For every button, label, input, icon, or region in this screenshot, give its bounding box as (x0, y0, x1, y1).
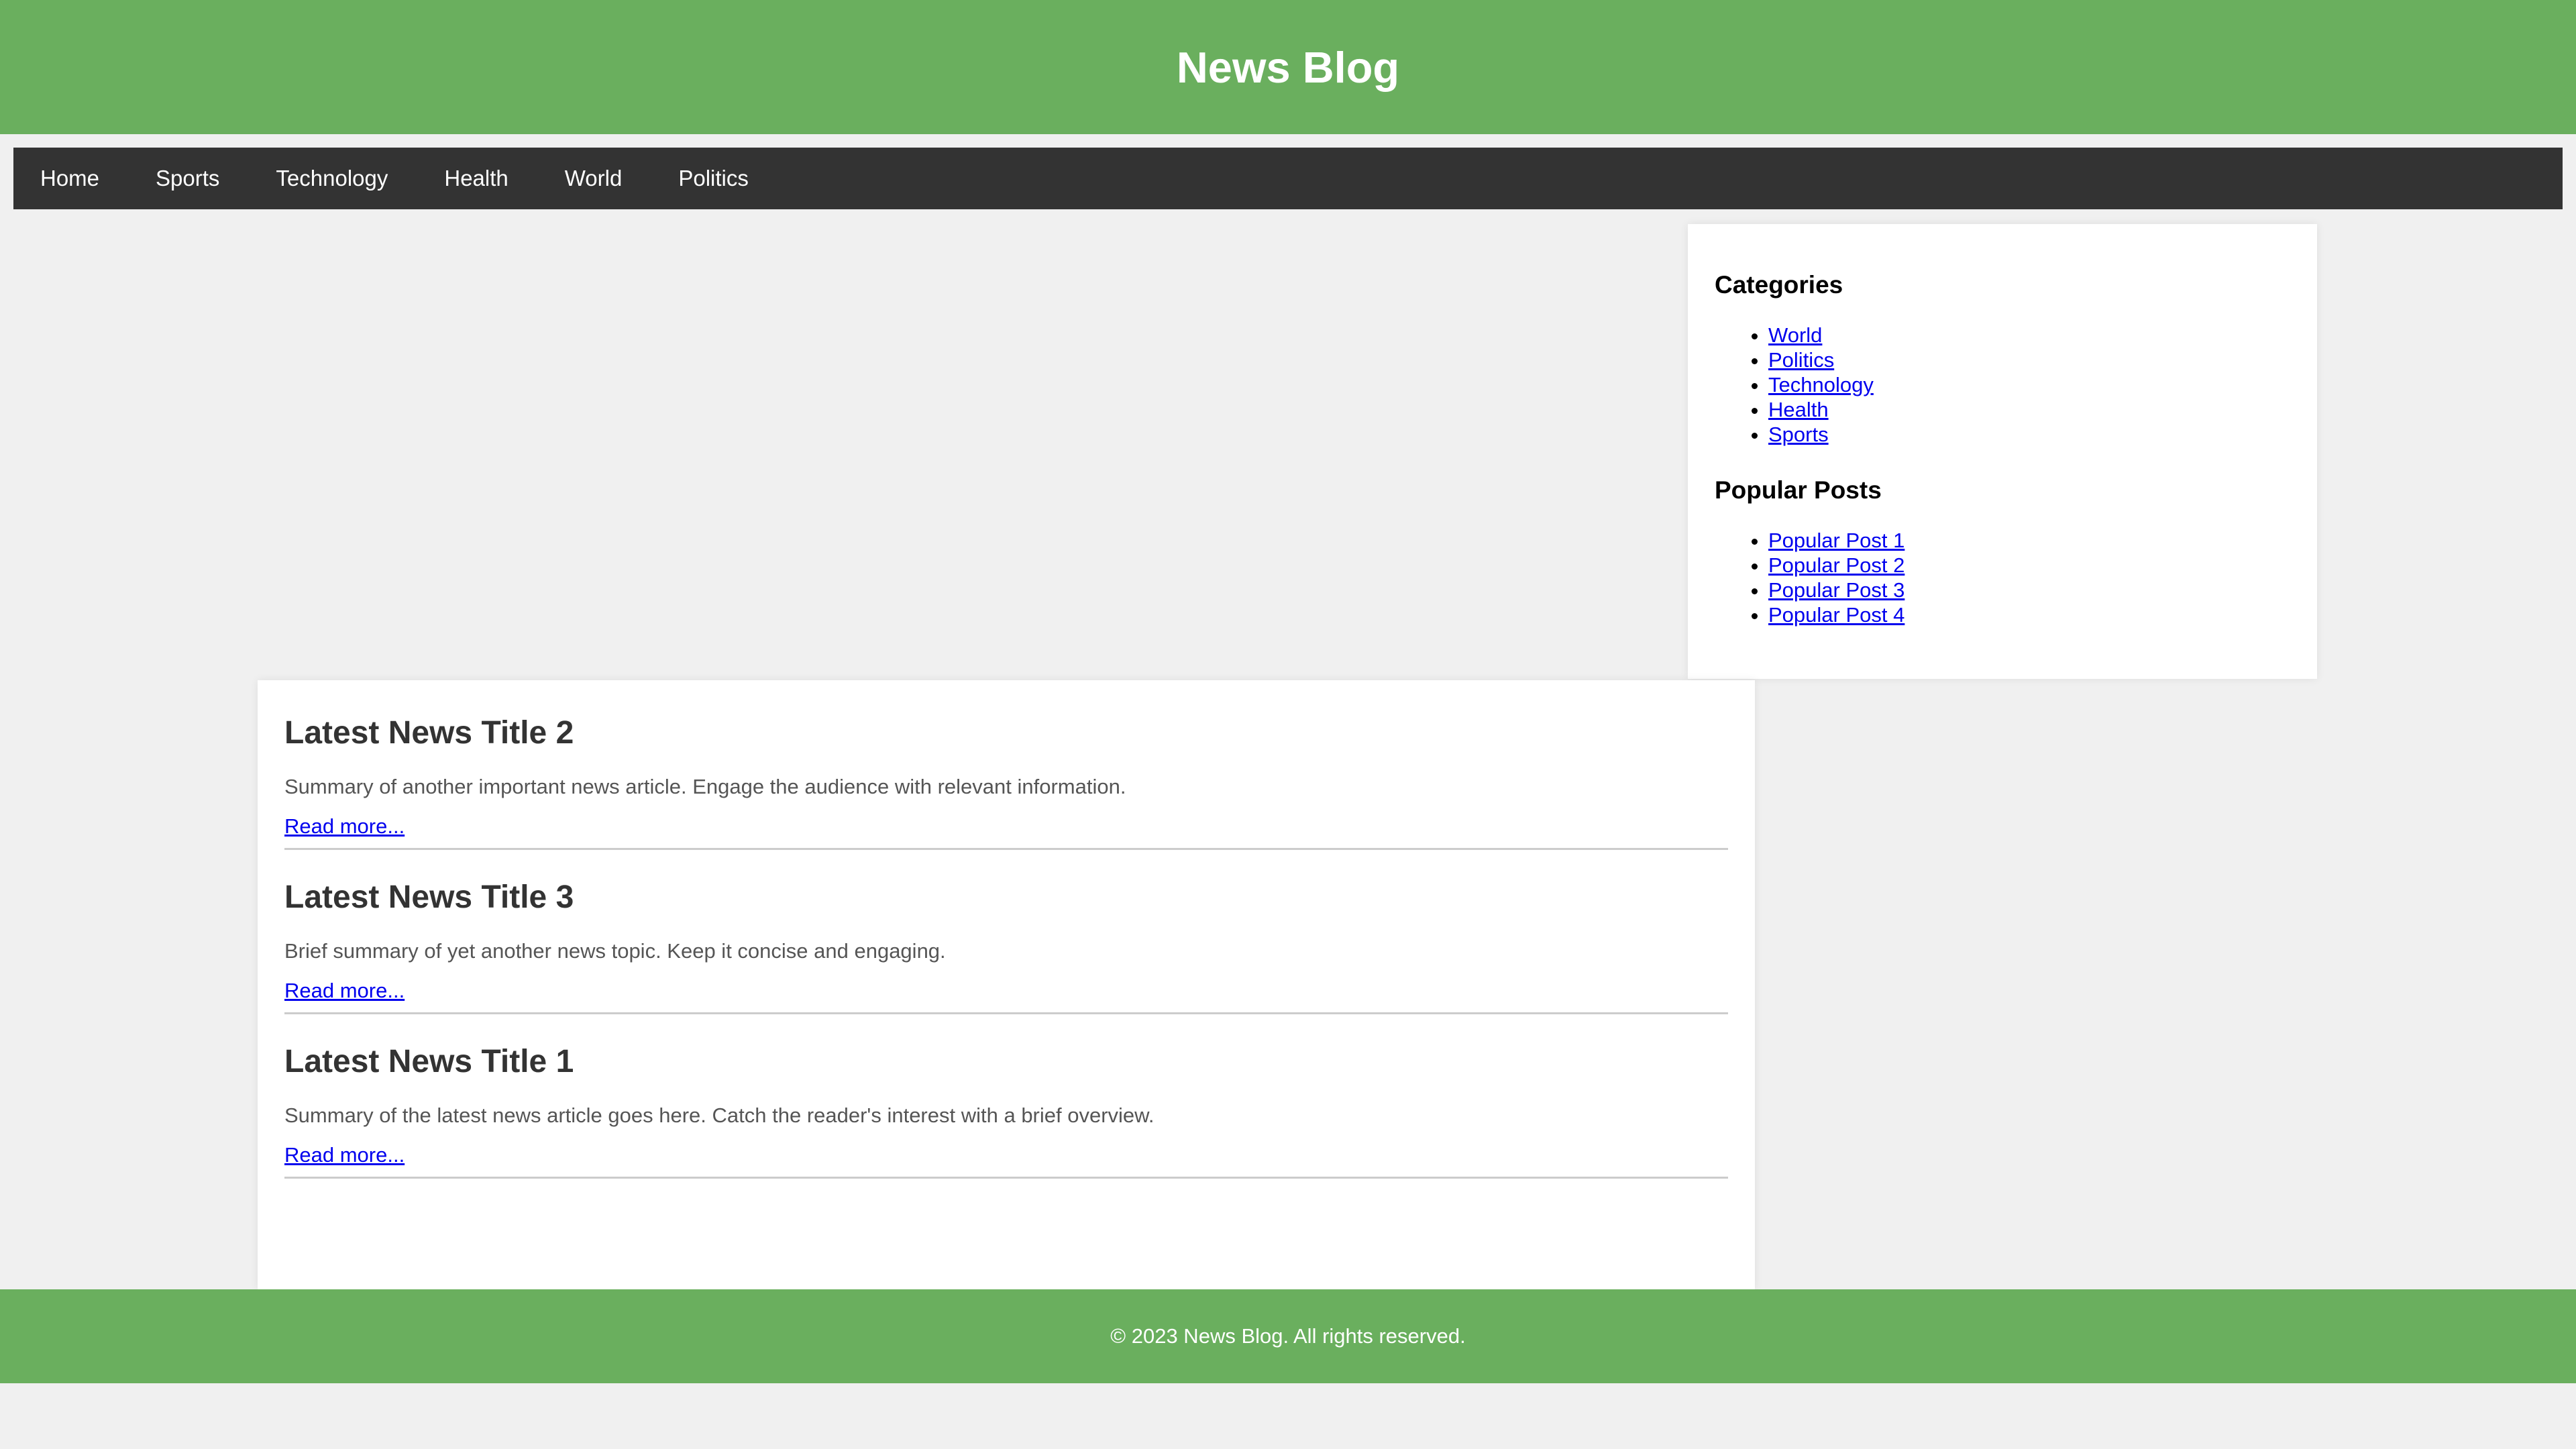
nav-item-home[interactable]: Home (13, 148, 129, 209)
list-item: Health (1768, 397, 2290, 422)
popular-posts-heading: Popular Posts (1715, 476, 1882, 504)
read-more-link[interactable]: Read more... (284, 1142, 405, 1167)
list-item: Technology (1768, 372, 2290, 397)
category-link-world[interactable]: World (1768, 323, 1822, 347)
main-nav: Home Sports Technology Health World Poli… (13, 148, 2563, 209)
popular-post-link-3[interactable]: Popular Post 3 (1768, 578, 1904, 602)
article-item: Latest News Title 2 Summary of another i… (284, 714, 1728, 850)
category-link-sports[interactable]: Sports (1768, 423, 1829, 446)
article-list: Latest News Title 2 Summary of another i… (258, 680, 1755, 1289)
article-title: Latest News Title 3 (284, 879, 574, 915)
article-summary: Summary of another important news articl… (284, 774, 1126, 798)
article-title: Latest News Title 2 (284, 715, 574, 751)
list-item: Popular Post 4 (1768, 602, 2290, 627)
list-item: Popular Post 2 (1768, 553, 2290, 578)
popular-post-link-2[interactable]: Popular Post 2 (1768, 553, 1904, 577)
nav-item-technology[interactable]: Technology (249, 148, 417, 209)
sidebar: Categories World Politics Technology Hea… (1688, 224, 2317, 679)
category-link-health[interactable]: Health (1768, 398, 1829, 421)
site-header: News Blog (0, 0, 2576, 134)
site-title: News Blog (1176, 42, 1400, 92)
read-more-link[interactable]: Read more... (284, 978, 405, 1003)
list-item: Popular Post 3 (1768, 578, 2290, 602)
categories-list: World Politics Technology Health Sports (1715, 323, 2290, 447)
article-item: Latest News Title 3 Brief summary of yet… (284, 878, 1728, 1014)
read-more-link[interactable]: Read more... (284, 814, 405, 839)
list-item: Popular Post 1 (1768, 528, 2290, 553)
nav-item-health[interactable]: Health (417, 148, 537, 209)
list-item: Sports (1768, 422, 2290, 447)
popular-post-link-4[interactable]: Popular Post 4 (1768, 603, 1904, 627)
list-item: Politics (1768, 347, 2290, 372)
site-footer: © 2023 News Blog. All rights reserved. (0, 1289, 2576, 1383)
article-title: Latest News Title 1 (284, 1043, 574, 1079)
nav-item-world[interactable]: World (538, 148, 652, 209)
nav-item-sports[interactable]: Sports (129, 148, 249, 209)
list-item: World (1768, 323, 2290, 347)
article-summary: Brief summary of yet another news topic.… (284, 938, 946, 963)
category-link-technology[interactable]: Technology (1768, 373, 1874, 396)
copyright-text: © 2023 News Blog. All rights reserved. (1110, 1324, 1466, 1348)
categories-heading: Categories (1715, 271, 1843, 299)
category-link-politics[interactable]: Politics (1768, 348, 1834, 372)
popular-post-link-1[interactable]: Popular Post 1 (1768, 529, 1904, 552)
popular-posts-list: Popular Post 1 Popular Post 2 Popular Po… (1715, 528, 2290, 627)
nav-item-politics[interactable]: Politics (651, 148, 778, 209)
article-item: Latest News Title 1 Summary of the lates… (284, 1042, 1728, 1179)
article-summary: Summary of the latest news article goes … (284, 1103, 1155, 1127)
